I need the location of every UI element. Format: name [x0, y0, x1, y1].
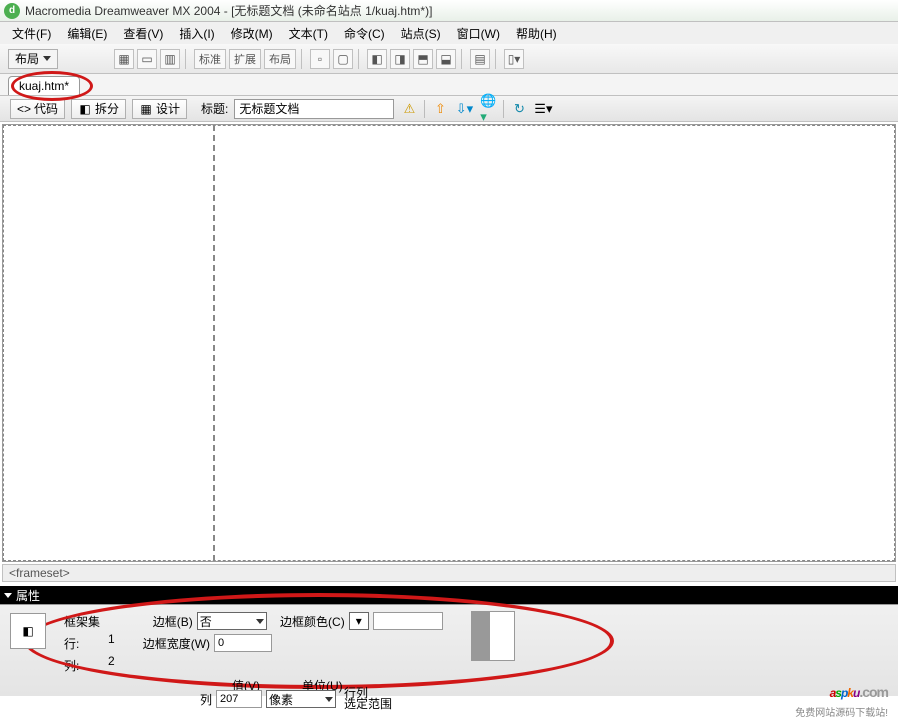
units-select[interactable]: 像素	[266, 690, 336, 708]
split-view-button[interactable]: ◧拆分	[71, 99, 126, 119]
menu-insert[interactable]: 插入(I)	[173, 23, 220, 44]
menu-bar: 文件(F) 编辑(E) 查看(V) 插入(I) 修改(M) 文本(T) 命令(C…	[0, 22, 898, 44]
title-input[interactable]	[234, 99, 394, 119]
frameset-icon: ◧	[10, 613, 46, 649]
border-label: 边框(B)	[143, 613, 193, 630]
menu-modify[interactable]: 修改(M)	[225, 23, 279, 44]
options-icon[interactable]: ☰▾	[534, 100, 552, 118]
properties-panel: ◧ 框架集 行: 列: 1 2 边框(B) 否 边框宽度(W) 边框颜色(C) …	[0, 604, 898, 696]
menu-edit[interactable]: 编辑(E)	[61, 23, 113, 44]
insert-toolbar: 布局 ▦ ▭ ▥ 标准 扩展 布局 ▫ ▢ ◧ ◨ ⬒ ⬓ ▤ ▯▾	[0, 44, 898, 74]
design-view-button[interactable]: ▦设计	[132, 99, 187, 119]
refresh-icon[interactable]: ↻	[510, 100, 528, 118]
tb-layout-icon[interactable]: ▥	[160, 49, 180, 69]
frame-divider[interactable]	[213, 125, 215, 561]
tb-frame-left-icon[interactable]: ◧	[367, 49, 387, 69]
tag-selector[interactable]: <frameset>	[9, 566, 70, 580]
tb-frame-bottom-icon[interactable]: ⬓	[436, 49, 456, 69]
file-tab[interactable]: kuaj.htm*	[8, 76, 80, 95]
tb-frames-dropdown-icon[interactable]: ▯▾	[504, 49, 524, 69]
rows-value: 1	[108, 632, 115, 646]
rows-label: 行:	[64, 635, 79, 652]
tag-selector-bar: <frameset>	[2, 564, 896, 582]
frameset-preview[interactable]	[471, 611, 515, 661]
border-width-input[interactable]	[214, 634, 272, 652]
chevron-down-icon	[43, 56, 51, 61]
document-toolbar: <>代码 ◧拆分 ▦设计 标题: ⚠ ⇧ ⇩▾ 🌐▾ ↻ ☰▾	[0, 96, 898, 122]
tb-layer-icon[interactable]: ▢	[333, 49, 353, 69]
title-bar: d Macromedia Dreamweaver MX 2004 - [无标题文…	[0, 0, 898, 22]
frameset-outline	[3, 125, 895, 561]
menu-help[interactable]: 帮助(H)	[510, 23, 563, 44]
menu-text[interactable]: 文本(T)	[283, 23, 334, 44]
col-value-input[interactable]	[216, 690, 262, 708]
tb-frame-right-icon[interactable]: ◨	[390, 49, 410, 69]
border-select[interactable]: 否	[197, 612, 267, 630]
code-view-button[interactable]: <>代码	[10, 99, 65, 119]
cols-value: 2	[108, 654, 115, 668]
tb-cell-icon[interactable]: ▫	[310, 49, 330, 69]
watermark-logo: aspku.com	[795, 673, 888, 704]
code-icon: <>	[17, 102, 31, 116]
mode-standard-button[interactable]: 标准	[194, 49, 226, 69]
watermark: aspku.com 免费网站源码下载站!	[795, 673, 888, 719]
border-color-label: 边框颜色(C)	[280, 613, 345, 630]
collapse-icon	[4, 593, 12, 598]
download-icon[interactable]: ⇩▾	[455, 100, 473, 118]
design-canvas[interactable]	[2, 124, 896, 562]
menu-file[interactable]: 文件(F)	[6, 23, 57, 44]
category-dropdown[interactable]: 布局	[8, 49, 58, 69]
menu-commands[interactable]: 命令(C)	[338, 23, 391, 44]
menu-window[interactable]: 窗口(W)	[451, 23, 506, 44]
mode-expanded-button[interactable]: 扩展	[229, 49, 261, 69]
range-label: 选定范围	[344, 699, 392, 710]
tb-tabular-icon[interactable]: ▤	[470, 49, 490, 69]
cols-label: 列:	[64, 657, 79, 674]
title-label: 标题:	[201, 100, 228, 117]
upload-icon[interactable]: ⇧	[431, 100, 449, 118]
watermark-sub: 免费网站源码下载站!	[795, 704, 888, 719]
split-icon: ◧	[78, 102, 92, 116]
border-width-label: 边框宽度(W)	[143, 635, 210, 652]
title-text: Macromedia Dreamweaver MX 2004 - [无标题文档 …	[25, 2, 432, 19]
design-icon: ▦	[139, 102, 153, 116]
tb-div-icon[interactable]: ▭	[137, 49, 157, 69]
browser-icon[interactable]: 🌐▾	[479, 100, 497, 118]
mode-layout-button[interactable]: 布局	[264, 49, 296, 69]
menu-view[interactable]: 查看(V)	[117, 23, 169, 44]
tb-table-icon[interactable]: ▦	[114, 49, 134, 69]
border-color-input[interactable]	[373, 612, 443, 630]
validate-icon[interactable]: ⚠	[400, 100, 418, 118]
menu-site[interactable]: 站点(S)	[395, 23, 447, 44]
tb-frame-top-icon[interactable]: ⬒	[413, 49, 433, 69]
col-label-2: 列	[200, 691, 212, 708]
app-icon: d	[4, 3, 20, 19]
border-color-swatch[interactable]: ▾	[349, 612, 369, 630]
file-tab-bar: kuaj.htm*	[0, 74, 898, 96]
properties-title-bar[interactable]: 属性	[0, 586, 898, 604]
frameset-label: 框架集	[64, 613, 100, 630]
